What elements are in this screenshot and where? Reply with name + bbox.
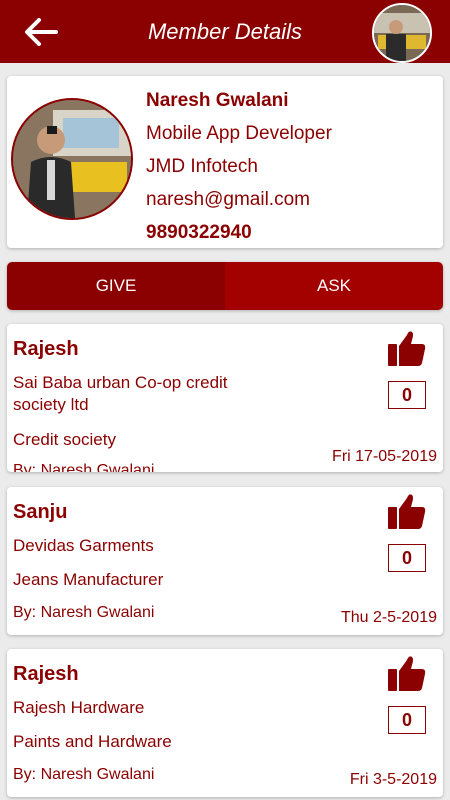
user-avatar[interactable]	[372, 3, 432, 63]
entry-business: Sai Baba urban Co-op credit society ltd	[13, 373, 228, 414]
member-email[interactable]: naresh@gmail.com	[146, 183, 332, 216]
entry-name: Rajesh	[13, 663, 79, 685]
list-item[interactable]: Rajesh Sai Baba urban Co-op credit socie…	[7, 324, 443, 472]
entry-by: By: Naresh Gwalani	[13, 462, 155, 472]
entry-date: Thu 2-5-2019	[340, 609, 437, 626]
member-phone[interactable]: 9890322940	[146, 216, 332, 249]
profile-card: Naresh Gwalani Mobile App Developer JMD …	[7, 76, 443, 248]
avatar-photo-icon	[374, 5, 430, 61]
entry-business: Devidas Garments	[13, 536, 154, 555]
member-company: JMD Infotech	[146, 156, 258, 177]
entry-name: Sanju	[13, 501, 68, 523]
like-count: 0	[388, 381, 426, 409]
entry-category: Credit society	[13, 430, 116, 449]
page-title: Member Details	[147, 18, 303, 44]
back-button[interactable]	[22, 14, 60, 50]
app-header: Member Details	[0, 0, 450, 63]
tab-ask[interactable]: ASK	[225, 262, 443, 310]
like-button[interactable]	[387, 328, 427, 368]
like-button[interactable]	[387, 491, 427, 531]
member-designation: Mobile App Developer	[146, 123, 332, 144]
entry-name: Rajesh	[13, 338, 79, 360]
thumbs-up-icon	[388, 331, 426, 366]
entry-category: Jeans Manufacturer	[13, 570, 164, 589]
thumbs-up-icon	[388, 494, 426, 529]
tab-give[interactable]: GIVE	[7, 262, 225, 310]
profile-info: Naresh Gwalani Mobile App Developer JMD …	[146, 84, 332, 249]
entry-by: By: Naresh Gwalani	[13, 604, 155, 621]
thumbs-up-icon	[388, 656, 426, 691]
like-button[interactable]	[387, 653, 427, 693]
entry-date: Fri 17-05-2019	[332, 448, 437, 465]
give-ask-tabs: GIVE ASK	[7, 262, 443, 310]
like-count: 0	[388, 706, 426, 734]
member-name: Naresh Gwalani	[146, 90, 289, 111]
entry-business: Rajesh Hardware	[13, 698, 145, 717]
profile-photo	[11, 98, 133, 220]
entry-by: By: Naresh Gwalani	[13, 766, 155, 783]
profile-photo-icon	[13, 100, 131, 218]
entry-category: Paints and Hardware	[13, 732, 172, 751]
list-item[interactable]: Sanju Devidas Garments Jeans Manufacture…	[7, 487, 443, 635]
entry-date: Fri 3-5-2019	[349, 771, 437, 788]
list-item[interactable]: Rajesh Rajesh Hardware Paints and Hardwa…	[7, 649, 443, 797]
like-count: 0	[388, 544, 426, 572]
arrow-left-icon	[25, 18, 58, 46]
